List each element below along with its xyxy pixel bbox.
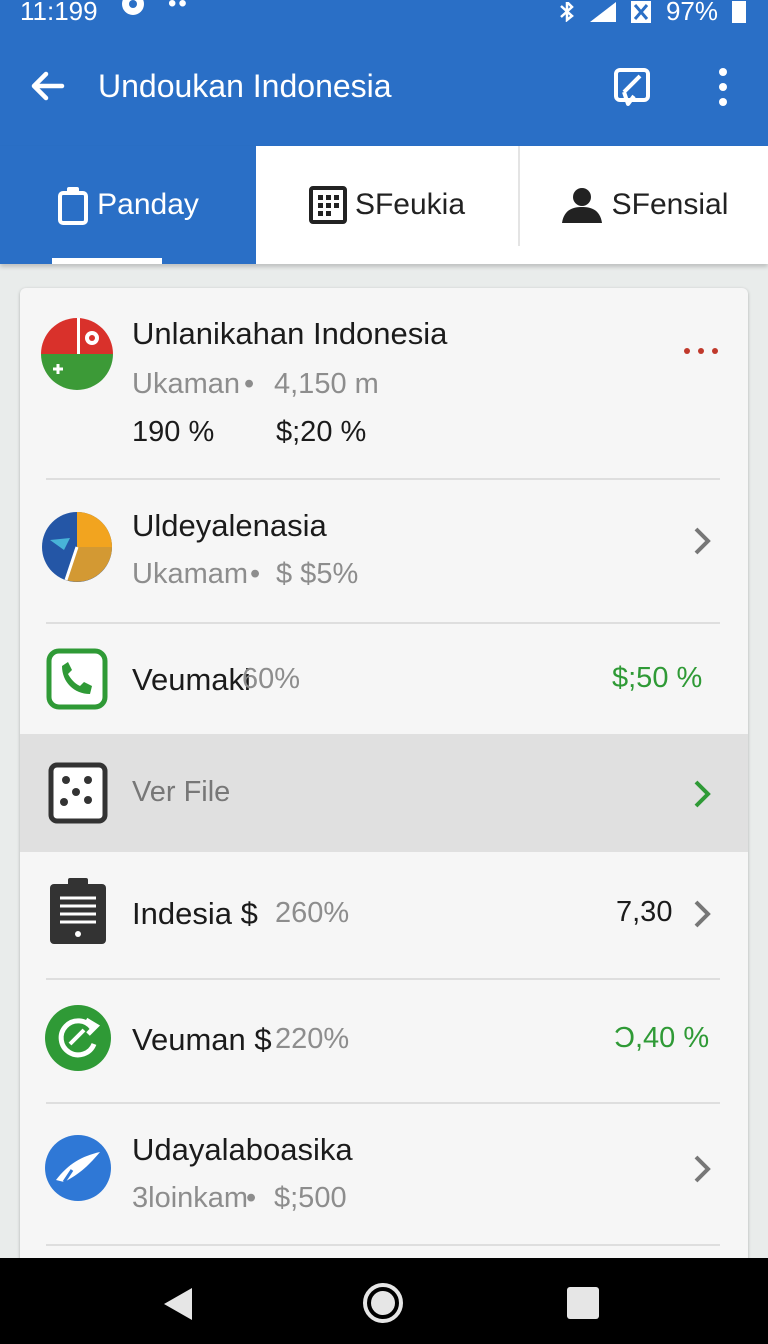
back-arrow-icon[interactable] [28, 66, 68, 106]
item-subtitle: Ukaman [132, 368, 240, 400]
item-value: $;50 % [612, 662, 703, 694]
list-item-selected[interactable]: Ver File [20, 734, 748, 852]
calendar-icon [308, 186, 347, 224]
person-icon [561, 188, 602, 223]
item-value: Ͻ,40 % [614, 1022, 710, 1054]
divider [46, 1244, 720, 1246]
tab-label: Panday [97, 188, 199, 221]
item-percent: 260% [275, 897, 350, 929]
clipboard-icon [58, 187, 89, 225]
battery-icon [732, 0, 746, 23]
item-value: $ $5% [276, 558, 359, 590]
list-item-featured[interactable]: Unlanikahan Indonesia Ukaman • 4,150 m 1… [20, 288, 748, 478]
send-circle-icon [45, 1135, 111, 1201]
chevron-right-icon [694, 527, 711, 555]
app-bar: Undoukan Indonesia [0, 32, 768, 146]
item-title: Uldeyalenasia [132, 508, 327, 543]
item-title: Veumaki [132, 662, 251, 697]
no-sim-icon [630, 0, 651, 23]
phone-check-icon [46, 648, 108, 710]
tab-sfensial[interactable]: SFensial [520, 146, 768, 264]
list-item[interactable]: Udayalaboasika 3loinkam • $;500 [20, 1104, 748, 1244]
separator-dot: • [244, 368, 255, 400]
status-time: 11:199 [20, 0, 98, 26]
list-item[interactable]: Veumaki 60% $;50 % [20, 624, 748, 734]
page-title: Undoukan Indonesia [98, 68, 392, 104]
list-item[interactable]: Veuman $ 220% Ͻ,40 % [20, 980, 748, 1102]
item-value: 7,30 [616, 896, 673, 928]
flag-pie-icon [41, 318, 113, 390]
dice-file-icon [48, 762, 108, 824]
tab-label: SFeukia [354, 188, 466, 221]
item-stat: 190 % [132, 416, 215, 448]
globe-icon [42, 512, 112, 582]
item-title: Udayalaboasika [132, 1132, 353, 1167]
list-item[interactable]: Uldeyalenasia Ukamam • $ $5% [20, 480, 748, 622]
tab-panday[interactable]: Panday [0, 146, 256, 264]
item-title: Unlanikahan Indonesia [132, 316, 448, 351]
more-horiz-icon[interactable] [682, 346, 720, 356]
separator-dot: • [246, 1182, 257, 1214]
nav-home-icon[interactable] [362, 1282, 404, 1324]
refresh-circle-icon [45, 1005, 111, 1071]
status-bar: 11:199 •• 97% [0, 0, 768, 32]
signal-icon [589, 1, 616, 22]
status-icons: 97% [558, 0, 746, 27]
item-stat: $;20 % [276, 416, 367, 448]
item-subtitle: 3loinkam [132, 1182, 249, 1214]
item-title: Veuman $ [132, 1022, 272, 1057]
chevron-right-icon [694, 900, 711, 928]
item-percent: 220% [275, 1023, 350, 1055]
battery-percent: 97% [665, 0, 718, 26]
document-icon [50, 878, 106, 944]
item-value: $;500 [274, 1182, 347, 1214]
item-title: Indesia $ [132, 896, 258, 931]
item-percent: 60% [242, 663, 301, 695]
item-distance: 4,150 m [274, 368, 379, 400]
chevron-right-icon [694, 780, 711, 808]
item-subtitle: Ukamam [132, 558, 249, 590]
chevron-right-icon [694, 1155, 711, 1183]
nav-back-icon[interactable] [162, 1286, 194, 1322]
bluetooth-icon [560, 1, 574, 22]
tab-label: SFensial [611, 188, 729, 221]
tab-bar: Panday SFeukia SFensial [0, 146, 768, 264]
more-notifications-icon: •• [168, 0, 189, 17]
tab-indicator [52, 258, 162, 264]
separator-dot: • [250, 558, 261, 590]
tab-sfeukia[interactable]: SFeukia [256, 146, 518, 264]
list-item[interactable]: Indesia $ 260% 7,30 [20, 852, 748, 978]
item-title: Ver File [132, 776, 231, 808]
nav-recents-icon[interactable] [566, 1286, 600, 1320]
edit-icon[interactable] [612, 66, 654, 108]
list-card: Unlanikahan Indonesia Ukaman • 4,150 m 1… [20, 288, 748, 1278]
notification-icon [122, 0, 144, 15]
system-nav-bar [0, 1258, 768, 1344]
more-vert-icon[interactable] [708, 66, 738, 108]
